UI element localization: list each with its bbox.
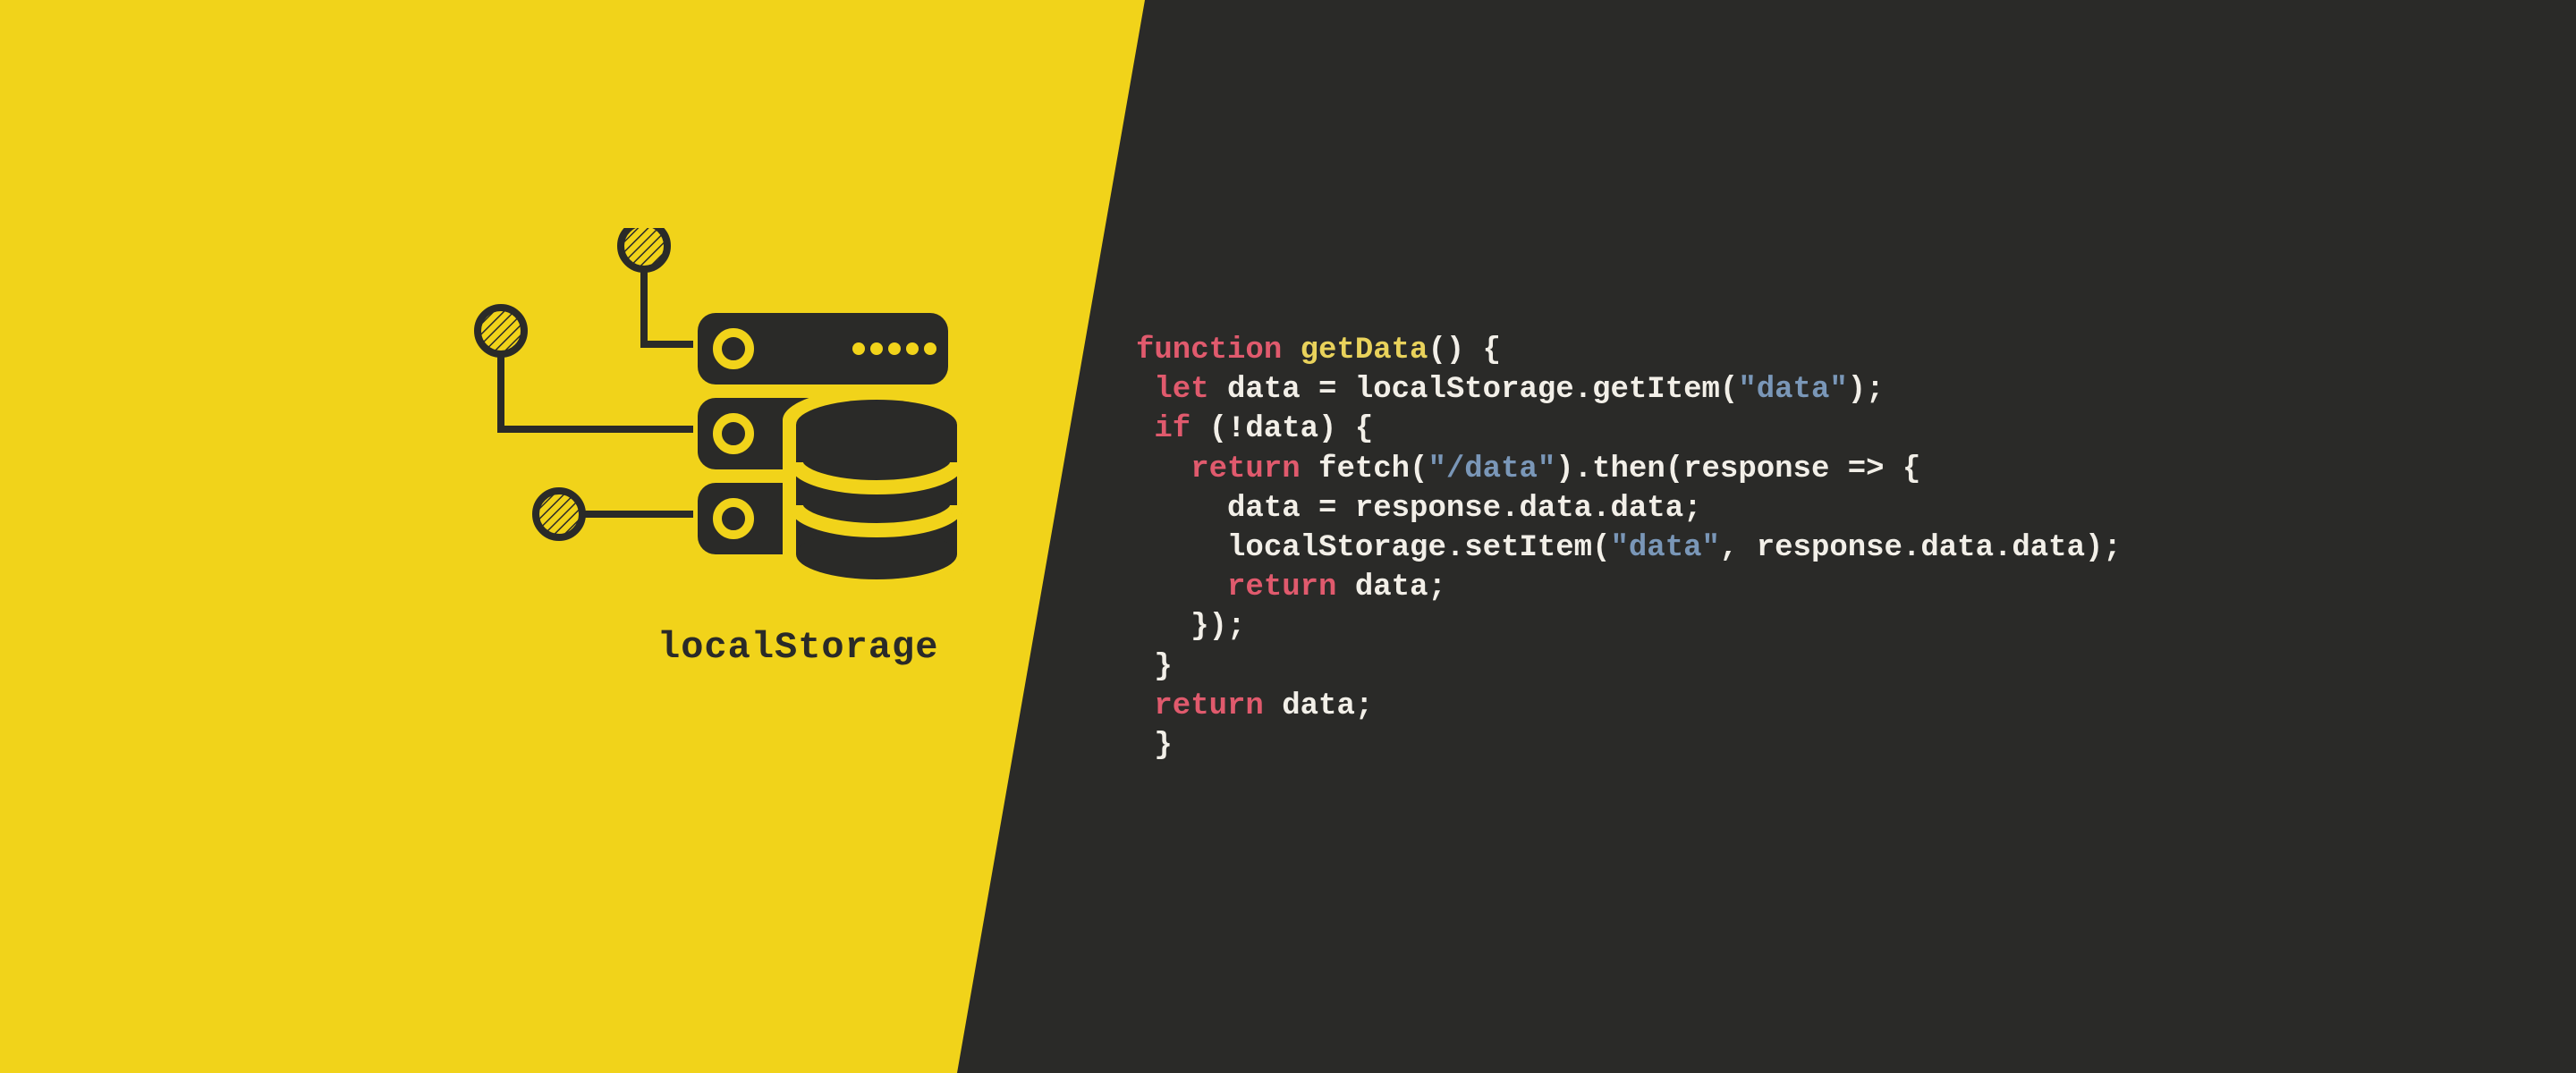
code-token: } — [1136, 729, 1173, 763]
code-token — [1136, 689, 1154, 723]
code-token: return — [1227, 570, 1336, 604]
code-token: () { — [1428, 334, 1501, 368]
code-token: "/data" — [1428, 452, 1555, 486]
code-token: data = localStorage.getItem( — [1209, 373, 1739, 407]
database-icon — [783, 388, 970, 591]
code-token: getData — [1301, 334, 1428, 368]
code-token: function — [1136, 334, 1282, 368]
code-token: let — [1154, 373, 1208, 407]
code-token: ); — [1848, 373, 1885, 407]
server-database-icon — [465, 228, 1002, 693]
network-node-icon — [621, 228, 693, 344]
code-token: data = response.data.data; — [1136, 492, 1702, 526]
code-token — [1282, 334, 1300, 368]
stage: localStorage function getData() { let da… — [0, 0, 2576, 1073]
code-token — [1136, 570, 1227, 604]
code-token: "data" — [1738, 373, 1847, 407]
code-token: fetch( — [1301, 452, 1428, 486]
code-token: (!data) { — [1191, 412, 1373, 446]
code-token — [1136, 412, 1154, 446]
illustration-caption: localStorage — [657, 626, 938, 669]
code-token: localStorage.setItem( — [1136, 531, 1611, 565]
code-token: data; — [1264, 689, 1373, 723]
code-token: , response.data.data); — [1720, 531, 2122, 565]
local-storage-illustration — [465, 228, 1002, 693]
code-snippet: function getData() { let data = localSto… — [1136, 331, 2122, 765]
code-token: } — [1136, 650, 1173, 684]
code-token — [1136, 452, 1191, 486]
code-token: }); — [1136, 610, 1245, 644]
code-token — [1136, 373, 1154, 407]
network-node-icon — [478, 308, 693, 429]
code-token: ).then(response => { — [1555, 452, 1920, 486]
code-token: "data" — [1611, 531, 1720, 565]
code-token: return — [1191, 452, 1300, 486]
code-token: data; — [1336, 570, 1445, 604]
code-token: return — [1154, 689, 1263, 723]
code-token: if — [1154, 412, 1191, 446]
network-node-icon — [536, 491, 693, 537]
